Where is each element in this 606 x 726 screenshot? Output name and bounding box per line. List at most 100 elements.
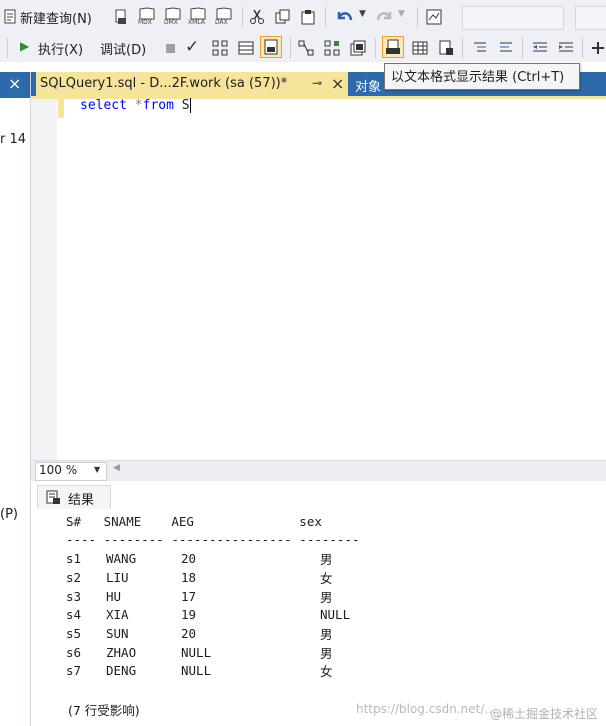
toolbar-separator — [462, 38, 463, 58]
database-query-icon[interactable] — [113, 9, 129, 25]
cell-sex: NULL — [320, 607, 351, 622]
cell-aeg: 20 — [181, 551, 197, 566]
undo-dropdown-arrow[interactable]: ▼ — [359, 9, 366, 19]
toolbar-separator — [375, 38, 376, 58]
close-icon[interactable]: × — [331, 74, 344, 93]
close-icon[interactable]: × — [8, 74, 21, 93]
toolbar-separator — [290, 38, 291, 58]
cell-sex: 男 — [320, 590, 333, 605]
cell-sex: 男 — [320, 552, 333, 567]
cell-sname: LIU — [106, 570, 129, 585]
editor-gutter — [31, 99, 57, 460]
uncomment-lines-icon[interactable] — [498, 40, 514, 56]
standard-toolbar: 新建查询(N) MDX DMX XMLA DAX ▼ ▼ — [0, 0, 606, 34]
new-query-button[interactable]: 新建查询(N) — [20, 8, 92, 27]
object-explorer-partial-text: (P) — [0, 507, 18, 522]
cell-sname: DENG — [106, 663, 137, 678]
results-header: S# SNAME AEG sex — [66, 514, 322, 529]
cell-sno: s6 — [66, 645, 82, 660]
scroll-left-icon[interactable]: ◀ — [113, 463, 120, 473]
results-to-text-tooltip: 以文本格式显示结果 (Ctrl+T) — [384, 63, 580, 90]
cell-aeg: 17 — [181, 589, 197, 604]
results-to-file-icon[interactable] — [438, 40, 454, 56]
zoom-value: 100 % — [39, 463, 78, 477]
toolbar-separator — [242, 7, 243, 27]
undo-icon[interactable] — [335, 8, 355, 26]
object-explorer-partial-text: r 14 — [0, 132, 27, 147]
results-to-text-icon — [386, 39, 400, 54]
execute-button[interactable]: 执行(X) — [38, 39, 83, 58]
cell-sname: SUN — [106, 626, 129, 641]
toolbar-separator — [522, 38, 523, 58]
cell-sex: 男 — [320, 627, 333, 642]
keyword-from: from — [142, 98, 174, 113]
watermark-url: https://blog.csdn.net/... — [356, 702, 496, 716]
results-text-icon — [46, 490, 60, 504]
cell-sname: HU — [106, 589, 122, 604]
debug-button[interactable]: 调试(D) — [100, 39, 146, 58]
changed-line-marker — [58, 99, 64, 118]
results-to-grid-icon[interactable] — [412, 40, 428, 56]
redo-dropdown-arrow[interactable]: ▼ — [398, 9, 405, 19]
cut-icon[interactable] — [249, 9, 265, 25]
cell-aeg: 19 — [181, 607, 197, 622]
cell-sno: s5 — [66, 626, 82, 641]
results-divider: ---- -------- ---------------- -------- — [66, 532, 360, 547]
dax-query-button[interactable]: DAX — [214, 7, 234, 29]
watermark-brand: @稀土掘金技术社区 — [490, 707, 599, 721]
stop-icon[interactable] — [166, 44, 175, 53]
code-line-1[interactable]: select *from S — [80, 98, 191, 113]
tab-sqlquery1[interactable]: SQLQuery1.sql - D...2F.work (sa (57))* ⊸… — [36, 72, 348, 98]
cell-sex: 男 — [320, 646, 333, 661]
zoom-dropdown[interactable]: 100 % ▼ — [35, 462, 107, 481]
paste-icon[interactable] — [300, 9, 316, 25]
intellisense-button[interactable] — [260, 36, 282, 58]
cell-sno: s4 — [66, 607, 82, 622]
query-editor[interactable] — [31, 99, 606, 460]
database-dropdown[interactable] — [462, 6, 564, 30]
execute-icon: ▶ — [20, 39, 30, 53]
copy-icon[interactable] — [275, 9, 291, 25]
toolbar-separator — [417, 7, 418, 27]
cell-sname: WANG — [106, 551, 137, 566]
query-options-icon[interactable] — [238, 40, 254, 56]
chevron-down-icon: ▼ — [94, 465, 101, 474]
rows-affected-message: (7 行受影响) — [68, 703, 140, 718]
toolbar-grip — [7, 38, 8, 58]
tab-object-explorer-details[interactable]: 对象 — [355, 76, 381, 95]
tab-title: SQLQuery1.sql - D...2F.work (sa (57))* — [40, 76, 288, 91]
specify-template-icon[interactable] — [590, 40, 606, 56]
intellisense-icon — [264, 39, 278, 55]
keyword-select: select — [80, 98, 127, 113]
results-tab[interactable]: 结果 — [37, 485, 111, 510]
editor-status-bar: 100 % ▼ ◀ — [31, 460, 606, 481]
cell-aeg: NULL — [181, 663, 212, 678]
live-query-stats-icon[interactable] — [324, 40, 340, 56]
xmla-query-button[interactable]: XMLA — [188, 7, 210, 29]
results-to-text-button[interactable] — [382, 36, 404, 58]
cell-sno: s7 — [66, 663, 82, 678]
display-plan-icon[interactable] — [212, 40, 228, 56]
cell-sex: 女 — [320, 571, 333, 586]
client-statistics-icon[interactable] — [350, 40, 366, 56]
dmx-query-button[interactable]: DMX — [163, 7, 183, 29]
pin-icon[interactable]: ⊸ — [312, 76, 322, 90]
comment-lines-icon[interactable] — [472, 40, 488, 56]
object-explorer-panel — [0, 62, 30, 726]
increase-indent-icon[interactable] — [558, 40, 574, 56]
cell-aeg: 20 — [181, 626, 197, 641]
parse-check-icon[interactable]: ✓ — [185, 37, 199, 57]
table-name: S — [181, 98, 190, 113]
redo-icon[interactable] — [374, 8, 394, 26]
cell-aeg: NULL — [181, 645, 212, 660]
cell-sno: s3 — [66, 589, 82, 604]
activity-monitor-icon[interactable] — [426, 9, 442, 25]
include-actual-plan-icon[interactable] — [298, 40, 314, 56]
new-query-icon — [4, 9, 16, 24]
mdx-query-button[interactable]: MDX — [137, 7, 157, 29]
toolbar-separator — [325, 7, 326, 27]
object-explorer-tab-strip: × — [0, 72, 30, 98]
decrease-indent-icon[interactable] — [532, 40, 548, 56]
search-dropdown[interactable] — [575, 6, 606, 30]
cell-sex: 女 — [320, 664, 333, 679]
